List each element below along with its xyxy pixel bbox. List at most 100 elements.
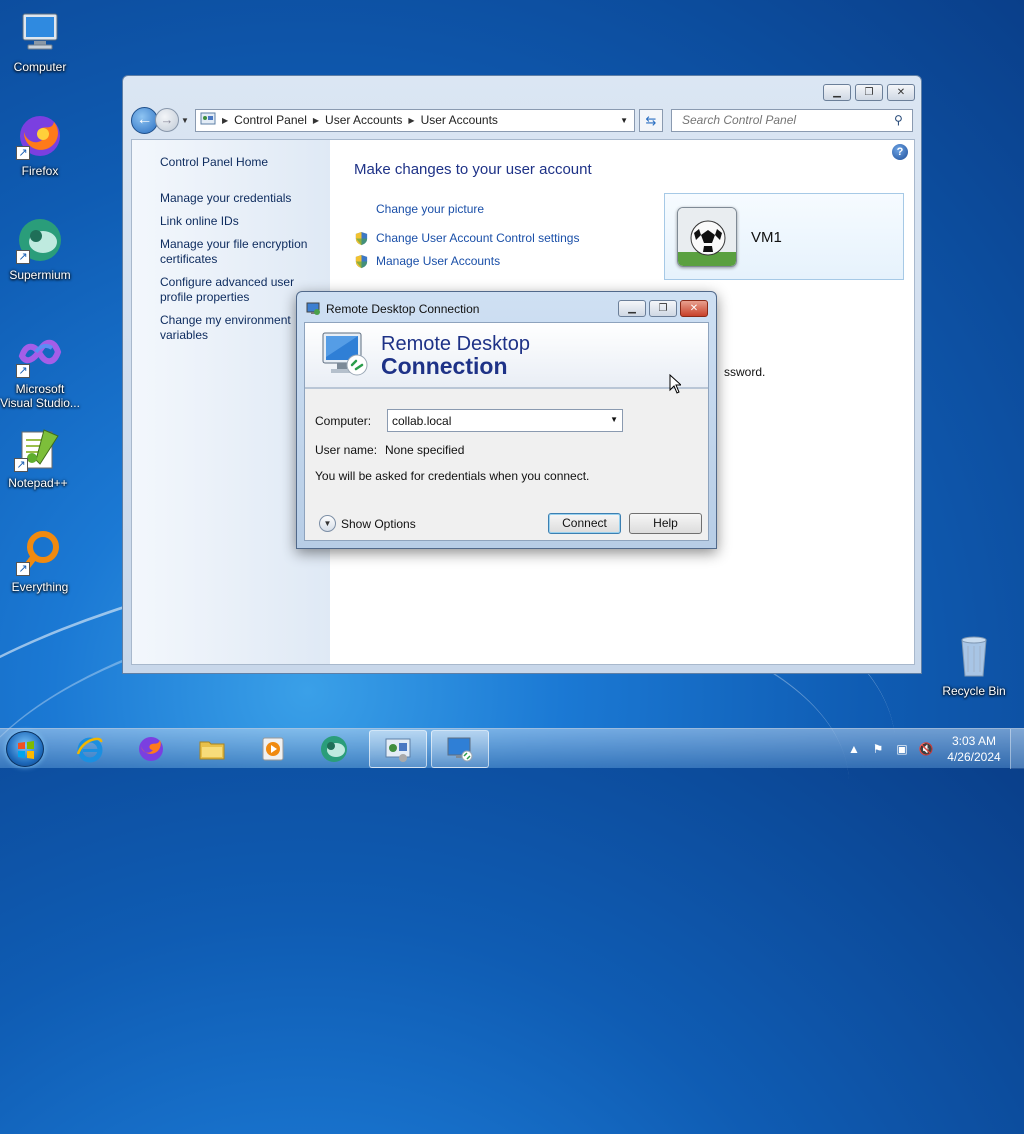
task-manage-user-accounts[interactable]: Manage User Accounts (376, 254, 500, 268)
refresh-button[interactable]: ⇆ (639, 108, 663, 132)
breadcrumb-separator: ▶ (408, 115, 415, 125)
desktop-icon-computer[interactable]: Computer (2, 8, 78, 74)
desktop-icon-label: Notepad++ (8, 476, 68, 490)
user-avatar[interactable] (677, 207, 737, 267)
taskbar-file-explorer[interactable] (183, 730, 241, 768)
dialog-close-button[interactable]: ✕ (680, 300, 708, 317)
address-bar[interactable]: ▶ Control Panel ▶ User Accounts ▶ User A… (195, 108, 635, 132)
media-player-icon (262, 737, 284, 761)
shortcut-arrow-icon: ↗ (16, 562, 30, 576)
supermium-icon (321, 736, 347, 762)
navigation-bar: ← → ▼ ▶ Control Panel ▶ User Accounts ▶ … (131, 106, 913, 134)
maximize-button[interactable]: ❐ (855, 84, 883, 101)
breadcrumb-control-panel[interactable]: Control Panel (234, 113, 307, 127)
search-box[interactable]: ⚲ (671, 108, 913, 132)
sidebar-item-advanced-profile[interactable]: Configure advanced user profile properti… (160, 275, 310, 305)
visual-studio-icon: ↗ (16, 330, 64, 378)
address-dropdown-button[interactable]: ▼ (620, 116, 628, 125)
shortcut-arrow-icon: ↗ (16, 364, 30, 378)
system-tray: ▲ ⚑ ▣ 🔇 3:03 AM 4/26/2024 (842, 729, 1024, 769)
start-button[interactable] (6, 731, 44, 767)
sidebar-item-manage-credentials[interactable]: Manage your credentials (160, 191, 325, 206)
action-center-flag-icon[interactable]: ⚑ (869, 740, 887, 758)
search-input[interactable] (680, 112, 894, 128)
show-options-link[interactable]: Show Options (341, 517, 416, 531)
windows-logo-icon (18, 741, 34, 759)
connect-button[interactable]: Connect (548, 513, 621, 534)
recycle-bin-icon (950, 632, 998, 680)
control-panel-icon (385, 738, 411, 762)
volume-muted-icon[interactable]: 🔇 (917, 740, 935, 758)
back-button[interactable]: ← (131, 106, 158, 134)
taskbar-control-panel[interactable] (369, 730, 427, 768)
shortcut-arrow-icon: ↗ (16, 250, 30, 264)
desktop-icon-visual-studio[interactable]: ↗ Microsoft Visual Studio... (0, 330, 80, 410)
task-change-picture[interactable]: Change your picture (376, 202, 484, 216)
taskbar-internet-explorer[interactable] (61, 730, 119, 768)
desktop-icon-notepadpp[interactable]: ↗ Notepad++ (0, 424, 76, 490)
computer-input[interactable] (388, 410, 588, 431)
shortcut-arrow-icon: ↗ (14, 458, 28, 472)
everything-icon: ↗ (16, 528, 64, 576)
taskbar-remote-desktop[interactable] (431, 730, 489, 768)
notepadpp-icon: ↗ (14, 424, 62, 472)
network-icon[interactable]: ▣ (893, 740, 911, 758)
taskbar: ▲ ⚑ ▣ 🔇 3:03 AM 4/26/2024 (0, 728, 1024, 769)
desktop-icon-label: Firefox (21, 164, 59, 178)
show-hidden-icons-button[interactable]: ▲ (845, 740, 863, 758)
username-label: User name: (315, 443, 378, 457)
user-account-tile: VM1 (664, 193, 904, 280)
window-controls: ▁ ❐ ✕ (823, 84, 915, 101)
close-button[interactable]: ✕ (887, 84, 915, 101)
uac-shield-icon (355, 254, 368, 269)
computer-icon (16, 8, 64, 56)
dialog-minimize-button[interactable]: ▁ (618, 300, 646, 317)
remote-desktop-logo-icon (322, 332, 368, 376)
username-value: None specified (385, 443, 465, 457)
sidebar-item-control-panel-home[interactable]: Control Panel Home (160, 155, 325, 170)
breadcrumb-user-accounts[interactable]: User Accounts (325, 113, 402, 127)
file-explorer-icon (199, 741, 225, 760)
taskbar-firefox[interactable] (122, 730, 180, 768)
firefox-icon: ↗ (16, 112, 64, 160)
breadcrumb-separator: ▶ (222, 115, 229, 125)
sidebar-item-link-online-ids[interactable]: Link online IDs (160, 214, 325, 229)
clock[interactable]: 3:03 AM 4/26/2024 (938, 733, 1010, 765)
remote-desktop-icon (447, 737, 473, 762)
minimize-button[interactable]: ▁ (823, 84, 851, 101)
forward-button[interactable]: → (155, 108, 179, 132)
dialog-window-controls: ▁ ❐ ✕ (618, 300, 708, 317)
task-change-uac-settings[interactable]: Change User Account Control settings (376, 231, 579, 245)
supermium-icon: ↗ (16, 216, 64, 264)
search-icon[interactable]: ⚲ (894, 113, 912, 127)
show-desktop-button[interactable] (1010, 729, 1024, 769)
taskbar-media-player[interactable] (244, 730, 302, 768)
desktop-icon-supermium[interactable]: ↗ Supermium (2, 216, 78, 282)
computer-combobox[interactable]: ▼ (387, 409, 623, 432)
desktop-icon-everything[interactable]: ↗ Everything (2, 528, 78, 594)
show-options-expand-icon[interactable]: ▼ (319, 515, 336, 532)
uac-shield-icon (355, 231, 368, 246)
remote-desktop-dialog[interactable]: Remote Desktop Connection ▁ ❐ ✕ Remote D… (296, 291, 717, 549)
dialog-banner: Remote Desktop Connection (305, 323, 708, 389)
dialog-body: Remote Desktop Connection Computer: ▼ Us… (304, 322, 709, 541)
sidebar-item-file-encryption[interactable]: Manage your file encryption certificates (160, 237, 318, 267)
breadcrumb-user-accounts-current[interactable]: User Accounts (421, 113, 498, 127)
desktop-icon-firefox[interactable]: ↗ Firefox (2, 112, 78, 178)
page-title: Make changes to your user account (354, 161, 592, 178)
dialog-title: Remote Desktop Connection (326, 302, 480, 316)
user-name: VM1 (751, 229, 782, 246)
sidebar-item-environment-variables[interactable]: Change my environment variables (160, 313, 310, 343)
taskbar-supermium[interactable] (305, 730, 363, 768)
dialog-maximize-button[interactable]: ❐ (649, 300, 677, 317)
breadcrumb-separator: ▶ (312, 115, 320, 125)
clock-date: 4/26/2024 (947, 750, 1001, 764)
help-button[interactable]: Help (629, 513, 702, 534)
recent-pages-dropdown[interactable]: ▼ (181, 116, 193, 125)
shortcut-arrow-icon: ↗ (16, 146, 30, 160)
chevron-down-icon[interactable]: ▼ (610, 415, 618, 424)
desktop-icon-recycle-bin[interactable]: Recycle Bin (936, 632, 1012, 698)
control-panel-icon (200, 111, 216, 130)
help-icon[interactable]: ? (892, 144, 908, 160)
desktop-icon-label: Supermium (9, 268, 71, 282)
